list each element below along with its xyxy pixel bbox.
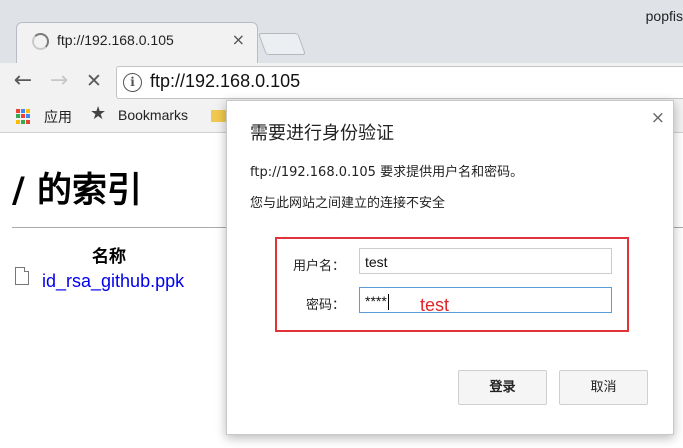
dialog-message: ftp://192.168.0.105 要求提供用户名和密码。 (250, 165, 524, 180)
password-field[interactable]: **** (359, 287, 612, 313)
address-url[interactable]: ftp://192.168.0.105 (150, 71, 300, 92)
username-field[interactable]: test (359, 248, 612, 274)
cancel-button[interactable]: 取消 (559, 370, 648, 405)
loading-spinner-icon (32, 33, 49, 50)
tab-title: ftp://192.168.0.105 (57, 32, 174, 48)
username-label: 用户名： (292, 259, 345, 274)
password-value: **** (365, 293, 387, 309)
address-bar[interactable]: i ftp://192.168.0.105 (116, 66, 683, 99)
tab-close-icon[interactable]: × (232, 30, 245, 49)
login-button[interactable]: 登录 (458, 370, 547, 405)
column-header-name: 名称 (92, 247, 126, 267)
text-caret (387, 294, 389, 311)
new-tab-button[interactable] (257, 33, 307, 55)
forward-arrow-icon[interactable]: → (45, 67, 73, 95)
browser-tab[interactable]: ftp://192.168.0.105 × (16, 22, 258, 65)
profile-name[interactable]: popfis (646, 8, 683, 24)
bookmarks-star-icon: ★ (90, 103, 107, 124)
back-arrow-icon[interactable]: ← (9, 67, 37, 95)
insecure-warning: 您与此网站之间建立的连接不安全 (250, 196, 446, 211)
browser-toolbar: ← → ✕ i ftp://192.168.0.105 (0, 63, 683, 100)
auth-dialog: 需要进行身份验证 × ftp://192.168.0.105 要求提供用户名和密… (226, 100, 674, 435)
apps-grid-icon[interactable] (16, 109, 31, 124)
stop-loading-icon[interactable]: ✕ (80, 67, 108, 95)
dialog-title: 需要进行身份验证 (250, 123, 394, 144)
folder-icon[interactable] (211, 110, 226, 122)
apps-shortcut[interactable]: 应用 (44, 107, 72, 127)
password-label: 密码： (305, 298, 345, 313)
username-value: test (365, 254, 388, 270)
dialog-close-icon[interactable]: × (651, 108, 665, 128)
annotation-text: test (420, 295, 450, 315)
page-title: / 的索引 (12, 171, 142, 211)
file-link[interactable]: id_rsa_github.ppk (42, 271, 184, 292)
browser-titlebar: ftp://192.168.0.105 × popfis (0, 0, 683, 65)
site-info-icon[interactable]: i (123, 73, 142, 92)
file-icon (15, 267, 29, 285)
bookmarks-folder[interactable]: Bookmarks (118, 107, 188, 123)
